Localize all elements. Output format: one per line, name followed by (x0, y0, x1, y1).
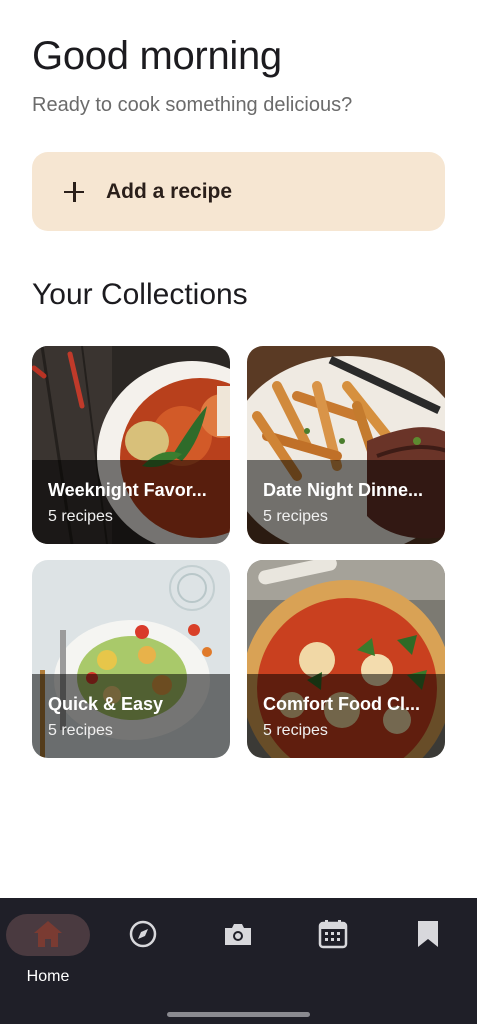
system-home-indicator (167, 1012, 310, 1017)
compass-icon (129, 920, 157, 948)
collection-title: Comfort Food Cl... (263, 694, 420, 714)
nav-home-label: Home (26, 968, 70, 985)
add-recipe-label: Add a recipe (106, 179, 233, 203)
nav-planner[interactable] (291, 914, 375, 954)
nav-camera[interactable] (196, 914, 280, 954)
collection-card-date-night[interactable]: Date Night Dinne... 5 recipes (247, 346, 445, 544)
plus-icon (62, 180, 86, 204)
home-icon (34, 921, 62, 947)
camera-icon (225, 924, 251, 945)
add-recipe-button[interactable]: Add a recipe (32, 152, 445, 231)
bottom-navigation: Home (0, 898, 477, 1024)
collection-count: 5 recipes (48, 508, 113, 525)
collection-count: 5 recipes (48, 722, 113, 739)
page-subtitle: Ready to cook something delicious? (32, 94, 353, 116)
calendar-icon (318, 920, 348, 949)
collection-card-quick-easy[interactable]: Quick & Easy 5 recipes (32, 560, 230, 758)
nav-home[interactable] (6, 914, 90, 954)
page-title: Good morning (32, 34, 282, 78)
collection-card-weeknight[interactable]: Weeknight Favor... 5 recipes (32, 346, 230, 544)
nav-explore[interactable] (101, 914, 185, 954)
bookmark-icon (418, 921, 438, 947)
collection-title: Date Night Dinne... (263, 480, 424, 500)
collection-count: 5 recipes (263, 508, 328, 525)
collection-card-comfort-food[interactable]: Comfort Food Cl... 5 recipes (247, 560, 445, 758)
collection-title: Quick & Easy (48, 694, 164, 714)
collections-heading: Your Collections (32, 278, 248, 311)
collection-count: 5 recipes (263, 722, 328, 739)
nav-saved[interactable] (386, 914, 470, 954)
collection-title: Weeknight Favor... (48, 480, 207, 500)
